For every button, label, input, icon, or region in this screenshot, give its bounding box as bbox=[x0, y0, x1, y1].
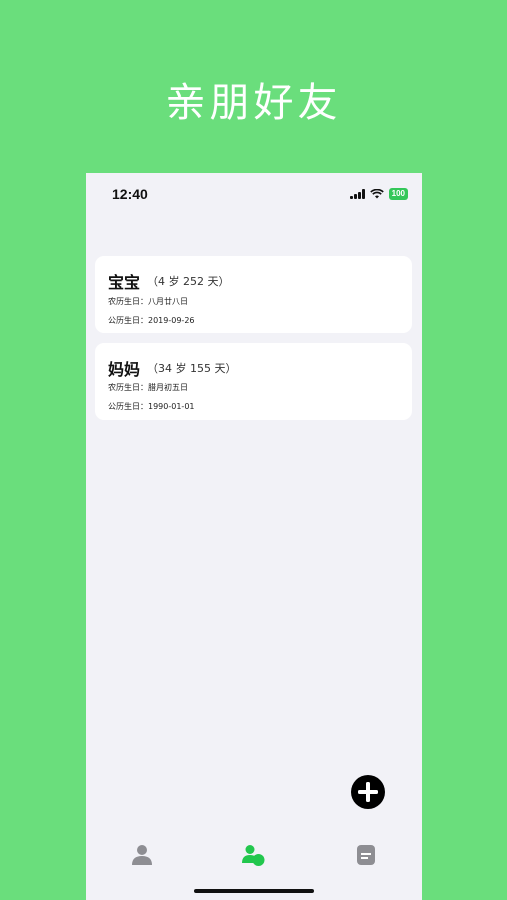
contact-age: （4 岁 252 天） bbox=[147, 275, 230, 288]
person-icon[interactable] bbox=[130, 843, 154, 867]
contact-card[interactable]: 妈妈 （34 岁 155 天） 农历生日：腊月初五日 公历生日：1990-01-… bbox=[95, 343, 412, 420]
solar-birthday-value: 1990-01-01 bbox=[148, 402, 195, 411]
lunar-birthday-value: 腊月初五日 bbox=[148, 383, 188, 392]
solar-birthday-row: 公历生日：1990-01-01 bbox=[108, 401, 195, 412]
plus-icon bbox=[358, 782, 378, 802]
contact-name: 宝宝 bbox=[108, 273, 141, 292]
lunar-birthday-row: 农历生日：腊月初五日 bbox=[108, 382, 188, 393]
people-icon[interactable] bbox=[242, 843, 266, 867]
contact-card[interactable]: 宝宝 （4 岁 252 天） 农历生日：八月廿八日 公历生日：2019-09-2… bbox=[95, 256, 412, 333]
lunar-birthday-row: 农历生日：八月廿八日 bbox=[108, 296, 188, 307]
wifi-icon bbox=[369, 189, 384, 199]
solar-birthday-label: 公历生日： bbox=[108, 316, 148, 325]
solar-birthday-label: 公历生日： bbox=[108, 402, 148, 411]
lunar-birthday-label: 农历生日： bbox=[108, 383, 148, 392]
phone-screen: 12:40 100 宝宝 （4 岁 252 天） 农历生日：八月廿八日 公历生日… bbox=[86, 173, 422, 900]
solar-birthday-value: 2019-09-26 bbox=[148, 316, 195, 325]
add-contact-button[interactable] bbox=[351, 775, 385, 809]
status-time: 12:40 bbox=[112, 186, 148, 202]
lunar-birthday-value: 八月廿八日 bbox=[148, 297, 188, 306]
signal-icon bbox=[349, 189, 365, 199]
home-indicator bbox=[194, 889, 314, 893]
status-icons: 100 bbox=[349, 188, 408, 200]
contact-age: （34 岁 155 天） bbox=[147, 362, 237, 375]
battery-icon: 100 bbox=[388, 188, 408, 200]
lunar-birthday-label: 农历生日： bbox=[108, 297, 148, 306]
note-icon[interactable] bbox=[356, 844, 376, 866]
solar-birthday-row: 公历生日：2019-09-26 bbox=[108, 315, 195, 326]
status-bar: 12:40 100 bbox=[86, 173, 422, 217]
contact-name: 妈妈 bbox=[108, 360, 141, 379]
page-banner-title: 亲朋好友 bbox=[165, 80, 342, 126]
